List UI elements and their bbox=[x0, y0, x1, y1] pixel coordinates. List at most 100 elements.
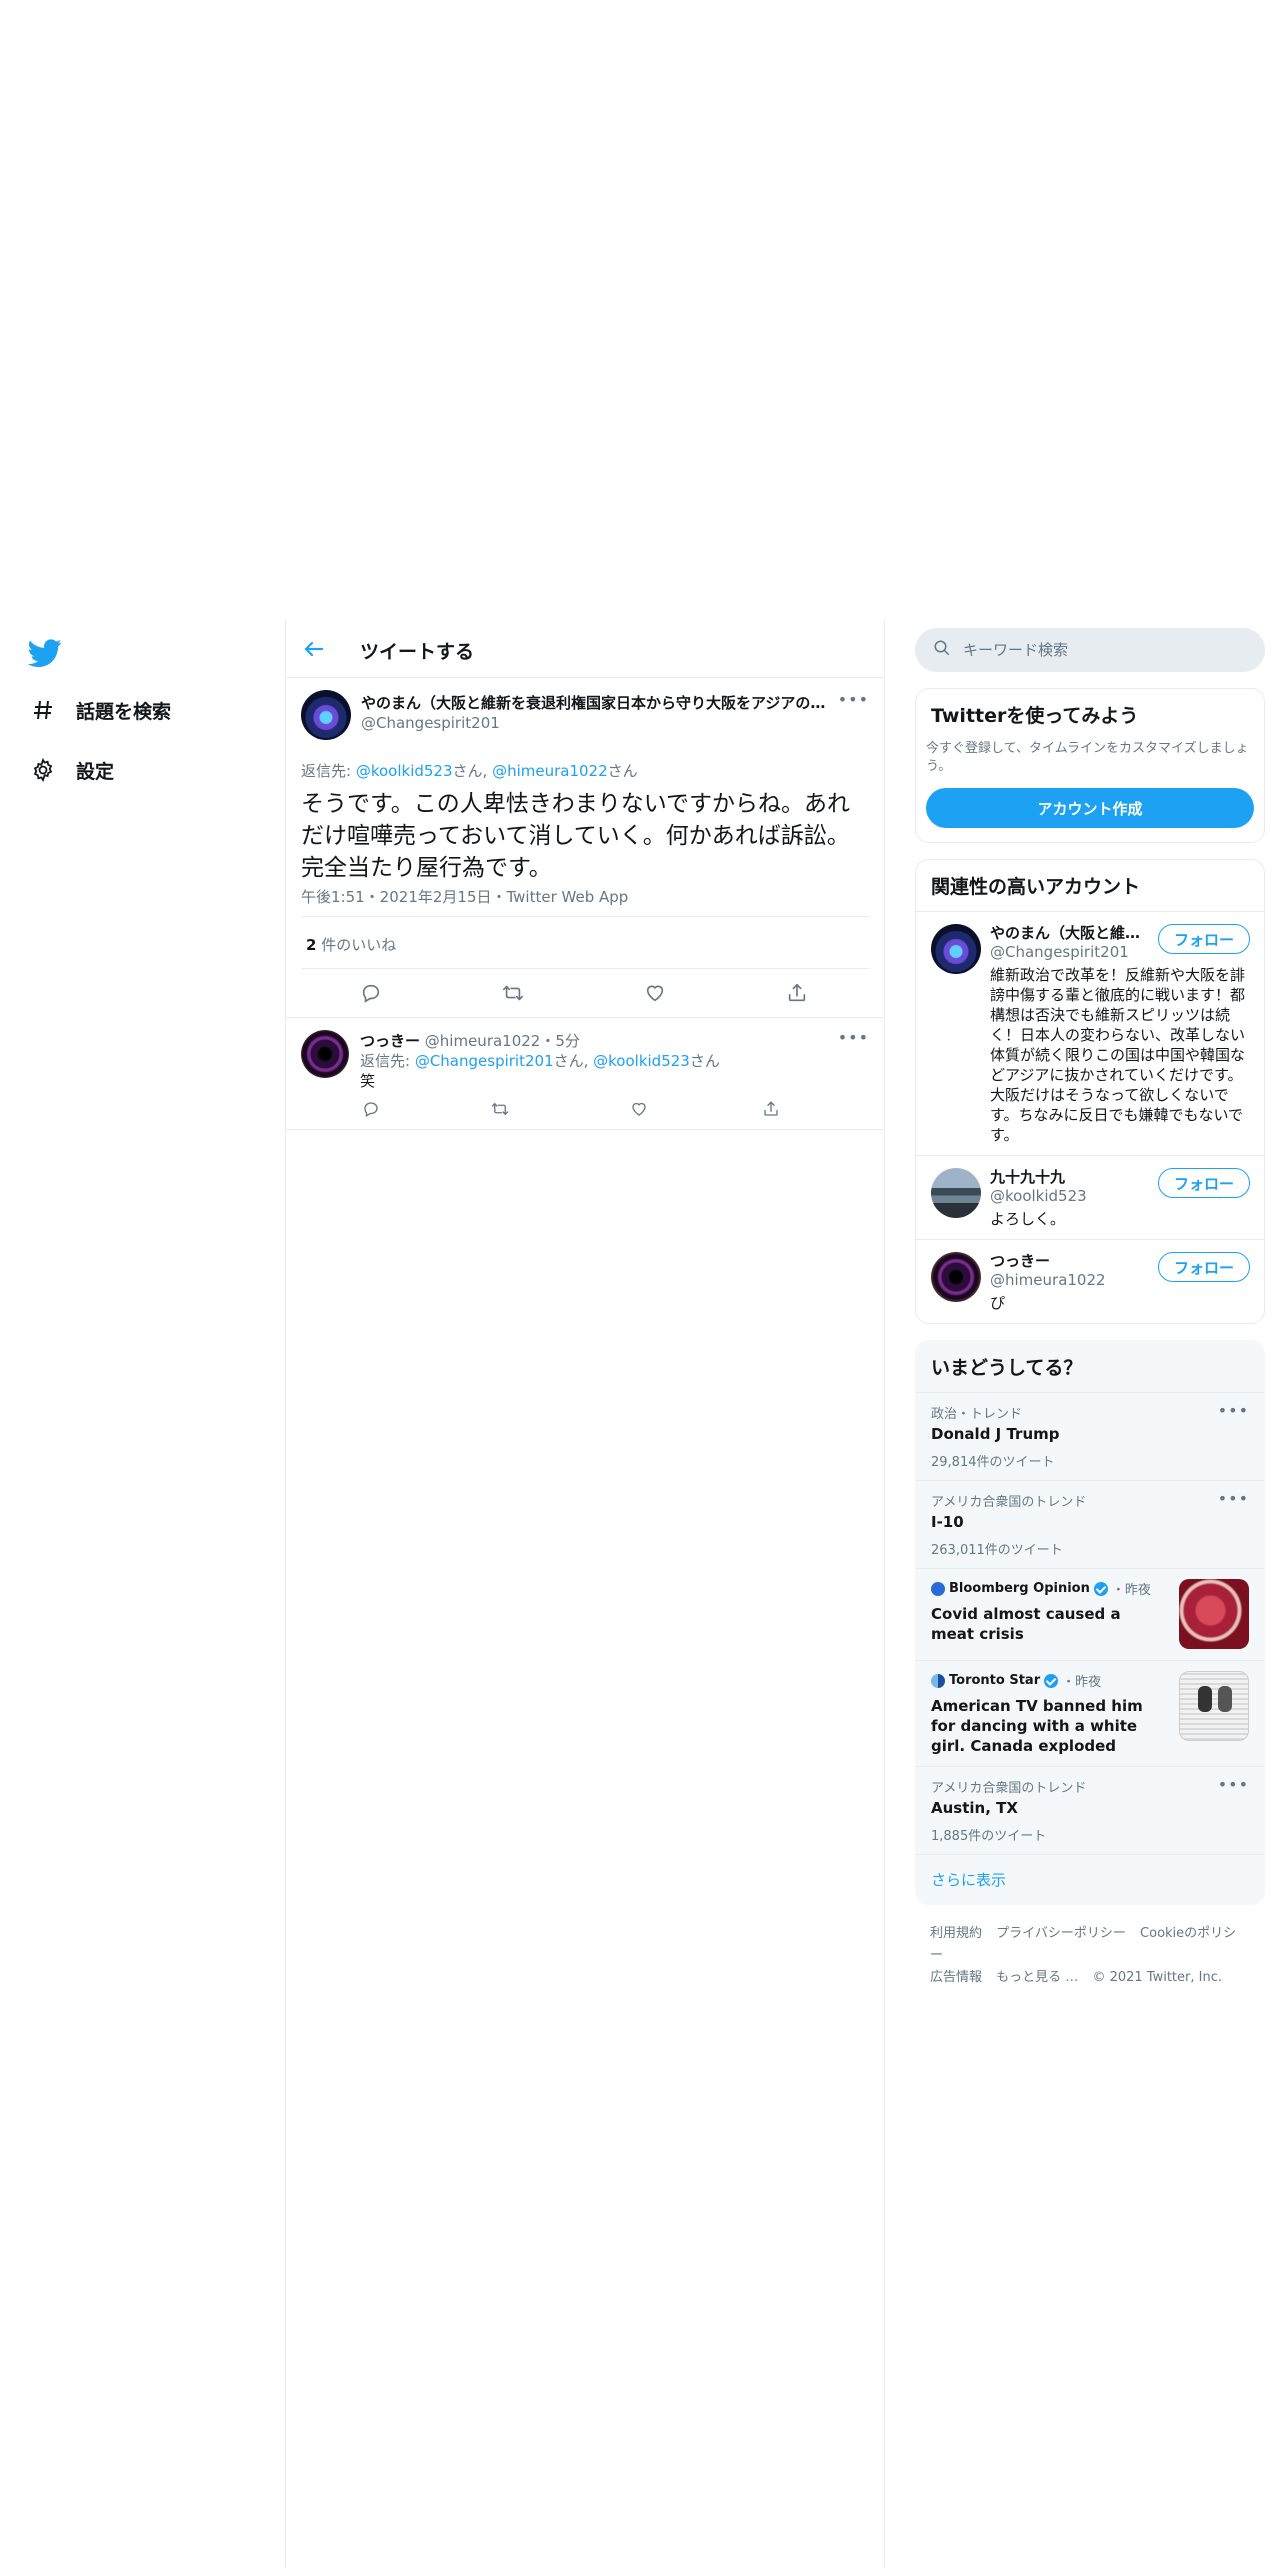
reply-prefix: 返信先: bbox=[360, 1052, 415, 1070]
news-headline: Covid almost caused a meat crisis bbox=[931, 1605, 1121, 1643]
avatar[interactable] bbox=[931, 1168, 981, 1218]
more-icon[interactable]: ••• bbox=[1218, 1775, 1249, 1794]
trend-topic: Austin, TX bbox=[931, 1799, 1018, 1817]
main-column: ツイートする やのまん（大阪と維新を衰退利権国家日本から守り大阪をアジアの… @… bbox=[285, 620, 885, 2568]
share-icon[interactable] bbox=[784, 980, 810, 1006]
news-item[interactable]: Toronto Star ・昨夜 American TV banned him … bbox=[916, 1660, 1264, 1766]
author-name[interactable]: やのまん（大阪と維新を衰退利権国家日本から守り大阪をアジアの… bbox=[361, 692, 831, 713]
mention-link[interactable]: @himeura1022 bbox=[492, 762, 608, 780]
tweet-actions bbox=[360, 1098, 869, 1120]
news-time: ・昨夜 bbox=[1111, 1583, 1151, 1598]
trend-count: 263,011件のツイート bbox=[931, 1543, 1063, 1558]
like-icon[interactable] bbox=[642, 980, 668, 1006]
account-bio: よろしく。 bbox=[990, 1210, 1066, 1228]
nav-explore[interactable]: 話題を検索 bbox=[30, 690, 171, 730]
reply-icon[interactable] bbox=[358, 980, 384, 1006]
back-arrow-icon[interactable] bbox=[302, 637, 326, 661]
account-name[interactable]: つっきー bbox=[990, 1250, 1150, 1271]
more-icon[interactable]: ••• bbox=[1218, 1489, 1249, 1508]
divider bbox=[301, 968, 869, 969]
footer-link[interactable]: もっと見る … bbox=[996, 1970, 1078, 1985]
twitter-logo-icon[interactable] bbox=[27, 636, 62, 670]
avatar[interactable] bbox=[931, 924, 981, 974]
trend-item[interactable]: 政治・トレンド Donald J Trump 29,814件のツイート ••• bbox=[916, 1392, 1264, 1480]
mention-link[interactable]: @koolkid523 bbox=[593, 1052, 690, 1070]
account-name[interactable]: やのまん（大阪と維… bbox=[990, 922, 1150, 943]
reply-prefix: 返信先: bbox=[301, 762, 356, 780]
reply-icon[interactable] bbox=[360, 1098, 382, 1120]
search-input[interactable] bbox=[963, 641, 1223, 659]
reply-tweet[interactable]: つっきー @himeura1022・5分 ••• 返信先: @Changespi… bbox=[286, 1018, 884, 1130]
account-item[interactable]: やのまん（大阪と維… @Changespirit201 維新政治で改革を！反維新… bbox=[916, 911, 1264, 1155]
reply-to-line: 返信先: @Changespirit201さん, @koolkid523さん bbox=[360, 1050, 720, 1071]
retweet-icon[interactable] bbox=[500, 980, 526, 1006]
news-source: Toronto Star bbox=[949, 1673, 1041, 1688]
reply-suffix: さん, bbox=[452, 762, 493, 780]
toronto-star-logo-icon bbox=[931, 1673, 945, 1688]
footer-link[interactable]: 利用規約 bbox=[930, 1926, 982, 1941]
tweet-time[interactable]: ・5分 bbox=[540, 1032, 580, 1050]
trend-context: アメリカ合衆国のトレンド bbox=[931, 1495, 1087, 1510]
signup-title: Twitterを使ってみよう bbox=[931, 705, 1139, 727]
follow-button[interactable]: フォロー bbox=[1158, 1168, 1250, 1198]
trend-topic: Donald J Trump bbox=[931, 1425, 1060, 1443]
news-source-line: Toronto Star ・昨夜 bbox=[931, 1671, 1164, 1690]
trends-title: いまどうしてる？ bbox=[931, 1357, 1083, 1379]
trend-item[interactable]: アメリカ合衆国のトレンド Austin, TX 1,885件のツイート ••• bbox=[916, 1766, 1264, 1854]
mention-link[interactable]: @Changespirit201 bbox=[415, 1052, 554, 1070]
author-handle[interactable]: @Changespirit201 bbox=[361, 714, 500, 732]
avatar[interactable] bbox=[301, 1030, 349, 1078]
likes-count[interactable]: 2 件のいいね bbox=[306, 934, 396, 955]
tweet-actions bbox=[301, 980, 869, 1008]
gear-icon bbox=[30, 757, 56, 783]
news-item[interactable]: Bloomberg Opinion ・昨夜 Covid almost cause… bbox=[916, 1568, 1264, 1660]
main-tweet: やのまん（大阪と維新を衰退利権国家日本から守り大阪をアジアの… @Changes… bbox=[286, 678, 884, 1018]
like-icon[interactable] bbox=[628, 1098, 650, 1120]
avatar[interactable] bbox=[931, 1252, 981, 1302]
trend-context: 政治・トレンド bbox=[931, 1407, 1023, 1422]
tweet-timestamp[interactable]: 午後1:51・2021年2月15日・Twitter Web App bbox=[301, 886, 628, 907]
signup-card: Twitterを使ってみよう 今すぐ登録して、タイムラインをカスタマイズしましょ… bbox=[915, 688, 1265, 843]
more-icon[interactable]: ••• bbox=[838, 1028, 869, 1047]
verified-icon bbox=[1093, 1581, 1108, 1596]
account-bio: 維新政治で改革を！反維新や大阪を誹謗中傷する輩と徹底的に戦います！都構想は否決で… bbox=[990, 966, 1246, 1144]
search-bar[interactable] bbox=[915, 628, 1265, 672]
account-name[interactable]: 九十九十九 bbox=[990, 1166, 1150, 1187]
bloomberg-logo-icon bbox=[931, 1581, 945, 1596]
show-more-link[interactable]: さらに表示 bbox=[916, 1854, 1264, 1904]
footer-link[interactable]: プライバシーポリシー bbox=[996, 1926, 1126, 1941]
nav-explore-label: 話題を検索 bbox=[76, 700, 172, 723]
account-bio: ぴ bbox=[990, 1294, 1006, 1312]
account-item[interactable]: 九十九十九 @koolkid523 よろしく。 フォロー bbox=[916, 1155, 1264, 1239]
retweet-icon[interactable] bbox=[489, 1098, 511, 1120]
news-time: ・昨夜 bbox=[1062, 1675, 1102, 1690]
news-headline: American TV banned him for dancing with … bbox=[931, 1697, 1143, 1755]
follow-button[interactable]: フォロー bbox=[1158, 1252, 1250, 1282]
create-account-button[interactable]: アカウント作成 bbox=[926, 788, 1254, 828]
verified-icon bbox=[1044, 1673, 1059, 1688]
footer: 利用規約 プライバシーポリシー Cookieのポリシー 広告情報 もっと見る …… bbox=[915, 1905, 1265, 2007]
divider bbox=[301, 916, 869, 917]
nav-settings-label: 設定 bbox=[76, 760, 115, 783]
tweet-text: 笑 bbox=[360, 1072, 376, 1090]
author-name[interactable]: つっきー bbox=[360, 1032, 420, 1050]
trend-context: アメリカ合衆国のトレンド bbox=[931, 1781, 1087, 1796]
account-item[interactable]: つっきー @himeura1022 ぴ フォロー bbox=[916, 1239, 1264, 1323]
more-icon[interactable]: ••• bbox=[838, 690, 869, 709]
mention-link[interactable]: @koolkid523 bbox=[356, 762, 453, 780]
related-accounts-card: 関連性の高いアカウント やのまん（大阪と維… @Changespirit201 … bbox=[915, 859, 1265, 1324]
more-icon[interactable]: ••• bbox=[1218, 1401, 1249, 1420]
signup-description: 今すぐ登録して、タイムラインをカスタマイズしましょう。 bbox=[926, 741, 1249, 774]
hashtag-icon bbox=[30, 697, 56, 723]
footer-link[interactable]: 広告情報 bbox=[930, 1970, 982, 1985]
nav-settings[interactable]: 設定 bbox=[30, 750, 114, 790]
right-sidebar: Twitterを使ってみよう 今すぐ登録して、タイムラインをカスタマイズしましょ… bbox=[915, 628, 1265, 2007]
author-handle[interactable]: @himeura1022 bbox=[425, 1032, 541, 1050]
follow-button[interactable]: フォロー bbox=[1158, 924, 1250, 954]
avatar[interactable] bbox=[301, 690, 351, 740]
share-icon[interactable] bbox=[760, 1098, 782, 1120]
trend-count: 29,814件のツイート bbox=[931, 1455, 1055, 1470]
reply-suffix: さん bbox=[689, 1052, 720, 1070]
trend-item[interactable]: アメリカ合衆国のトレンド I-10 263,011件のツイート ••• bbox=[916, 1480, 1264, 1568]
copyright: © 2021 Twitter, Inc. bbox=[1092, 1970, 1222, 1985]
